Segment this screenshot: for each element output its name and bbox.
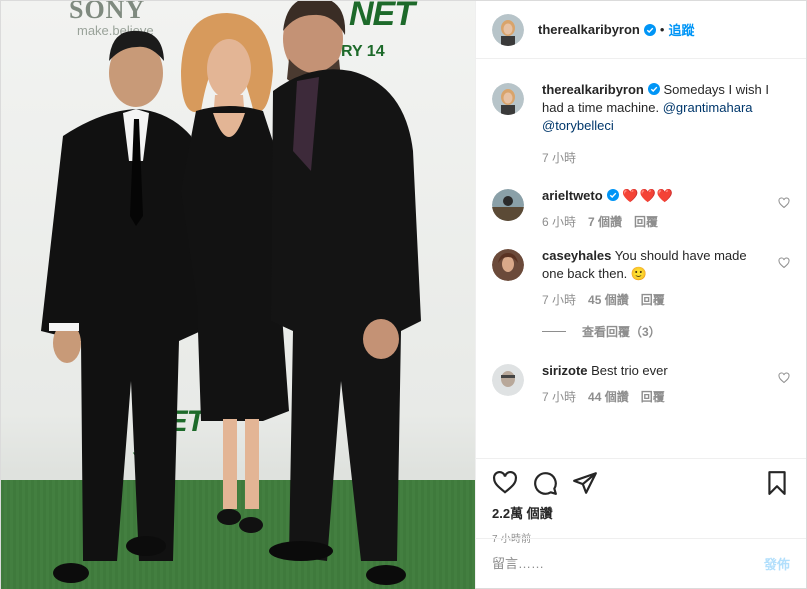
post-side-panel: therealkaribyron • 追蹤 therealkaribyron S… [475, 1, 806, 588]
reply-button[interactable]: 回覆 [641, 291, 665, 309]
view-replies-button[interactable]: 查看回覆（3） [542, 323, 790, 340]
instagram-post: SONY make.believe NET RY 14 NET NU Y 14 [0, 0, 807, 589]
mention-link[interactable]: @torybelleci [542, 118, 614, 133]
like-comment-heart-icon[interactable] [778, 257, 790, 269]
caption-avatar[interactable] [492, 83, 524, 115]
verified-badge-icon [647, 83, 660, 95]
verified-badge-icon [643, 23, 656, 36]
like-heart-icon[interactable] [492, 470, 518, 496]
caption-meta: 7 小時 [542, 149, 790, 167]
caption-time[interactable]: 7 小時 [542, 149, 576, 167]
like-comment-heart-icon[interactable] [778, 197, 790, 209]
post-actions: 2.2萬 個讚 7 小時前 發佈 [476, 458, 806, 588]
verified-badge-icon [606, 189, 619, 201]
caption-text: therealkaribyron Somedays I wish I had a… [542, 81, 790, 135]
comment-avatar[interactable] [492, 364, 524, 396]
comment-likes[interactable]: 7 個讚 [588, 213, 622, 231]
reply-button[interactable]: 回覆 [641, 388, 665, 406]
header-separator: • [659, 22, 665, 37]
comment-time[interactable]: 6 小時 [542, 213, 576, 231]
person-right [269, 1, 421, 585]
reply-button[interactable]: 回覆 [634, 213, 658, 231]
comment-item: sirizote Best trio ever 7 小時 44 個讚 回覆 [492, 362, 790, 406]
post-header: therealkaribyron • 追蹤 [476, 1, 806, 59]
comment-meta: 7 小時 44 個讚 回覆 [542, 388, 768, 406]
comment-item: caseyhales You should have made one back… [492, 247, 790, 309]
comment-time[interactable]: 7 小時 [542, 388, 576, 406]
post-photo[interactable]: SONY make.believe NET RY 14 NET NU Y 14 [1, 1, 475, 589]
replies-divider-line [542, 331, 566, 332]
comment-meta: 6 小時 7 個讚 回覆 [542, 213, 768, 231]
caption: therealkaribyron Somedays I wish I had a… [492, 81, 790, 167]
comment-username[interactable]: caseyhales [542, 248, 611, 263]
comment-likes[interactable]: 45 個讚 [588, 291, 629, 309]
view-replies-label: 查看回覆（3） [582, 325, 661, 339]
comment-text: arieltweto ❤️❤️❤️ [542, 187, 768, 205]
comment-avatar[interactable] [492, 249, 524, 281]
comment-text: sirizote Best trio ever [542, 362, 768, 380]
comment-username[interactable]: sirizote [542, 363, 588, 378]
author-avatar[interactable] [492, 13, 524, 46]
people-illustration [41, 1, 421, 585]
comment-likes[interactable]: 44 個讚 [588, 388, 629, 406]
comment-username[interactable]: arieltweto [542, 188, 603, 203]
post-comment-button[interactable]: 發佈 [764, 554, 790, 573]
mention-link[interactable]: @grantimahara [663, 100, 753, 115]
comment-bubble-icon[interactable] [532, 470, 558, 496]
comment-item: arieltweto ❤️❤️❤️ 6 小時 7 個讚 回覆 [492, 187, 790, 231]
likes-count[interactable]: 2.2萬 個讚 [492, 503, 790, 522]
follow-button[interactable]: 追蹤 [668, 20, 694, 39]
hearts-emoji: ❤️❤️❤️ [622, 188, 674, 203]
comment-meta: 7 小時 45 個讚 回覆 [542, 291, 768, 309]
smile-emoji: 🙂 [630, 266, 648, 281]
comment-text: caseyhales You should have made one back… [542, 247, 768, 283]
share-paper-plane-icon[interactable] [572, 470, 598, 496]
action-icons [492, 469, 790, 497]
caption-username[interactable]: therealkaribyron [542, 82, 644, 97]
person-left [41, 30, 201, 583]
comment-time[interactable]: 7 小時 [542, 291, 576, 309]
like-comment-heart-icon[interactable] [778, 372, 790, 384]
comment-body: Best trio ever [591, 363, 668, 378]
comment-input[interactable] [492, 556, 764, 571]
author-username[interactable]: therealkaribyron [538, 22, 640, 37]
comments-list: therealkaribyron Somedays I wish I had a… [476, 59, 806, 458]
comment-avatar[interactable] [492, 189, 524, 221]
add-comment-bar: 發佈 [476, 538, 806, 588]
bookmark-icon[interactable] [764, 470, 790, 496]
